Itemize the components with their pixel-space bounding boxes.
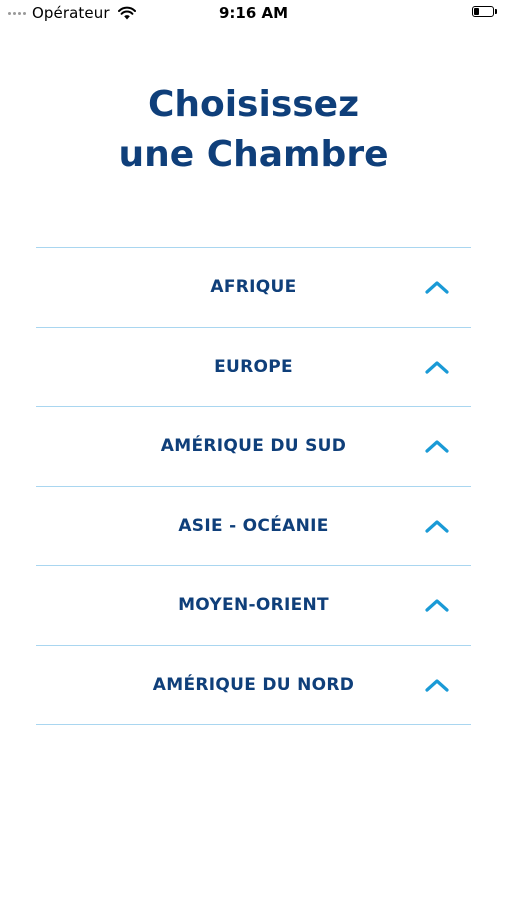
region-label: AMÉRIQUE DU SUD bbox=[160, 436, 347, 457]
chevron-up-icon[interactable] bbox=[425, 280, 449, 294]
chevron-up-icon[interactable] bbox=[425, 519, 449, 533]
status-bar: Opérateur 9:16 AM bbox=[0, 0, 507, 26]
region-row-amerique-du-nord[interactable]: AMÉRIQUE DU NORD bbox=[36, 646, 471, 725]
battery-icon bbox=[472, 6, 497, 17]
region-list: AFRIQUE EUROPE AMÉRIQUE DU SUD ASIE - OC… bbox=[36, 247, 471, 725]
chevron-up-icon[interactable] bbox=[425, 598, 449, 612]
region-label: AMÉRIQUE DU NORD bbox=[152, 674, 355, 695]
battery-fill bbox=[474, 8, 479, 15]
region-row-moyen-orient[interactable]: MOYEN-ORIENT bbox=[36, 566, 471, 646]
page-title-line-2: une Chambre bbox=[118, 134, 389, 175]
clock: 9:16 AM bbox=[218, 4, 289, 22]
region-row-amerique-du-sud[interactable]: AMÉRIQUE DU SUD bbox=[36, 407, 471, 487]
chevron-up-icon[interactable] bbox=[425, 678, 449, 692]
chevron-up-icon[interactable] bbox=[425, 360, 449, 374]
region-row-asie-oceanie[interactable]: ASIE - OCÉANIE bbox=[36, 487, 471, 566]
region-row-europe[interactable]: EUROPE bbox=[36, 328, 471, 407]
page-title: Choisissez une Chambre bbox=[0, 80, 507, 180]
page-title-line-1: Choisissez bbox=[147, 84, 360, 125]
chevron-up-icon[interactable] bbox=[425, 439, 449, 453]
region-label: AFRIQUE bbox=[210, 277, 297, 298]
region-label: ASIE - OCÉANIE bbox=[178, 515, 329, 536]
region-label: MOYEN-ORIENT bbox=[178, 595, 329, 616]
region-label: EUROPE bbox=[214, 356, 293, 377]
region-row-afrique[interactable]: AFRIQUE bbox=[36, 248, 471, 328]
